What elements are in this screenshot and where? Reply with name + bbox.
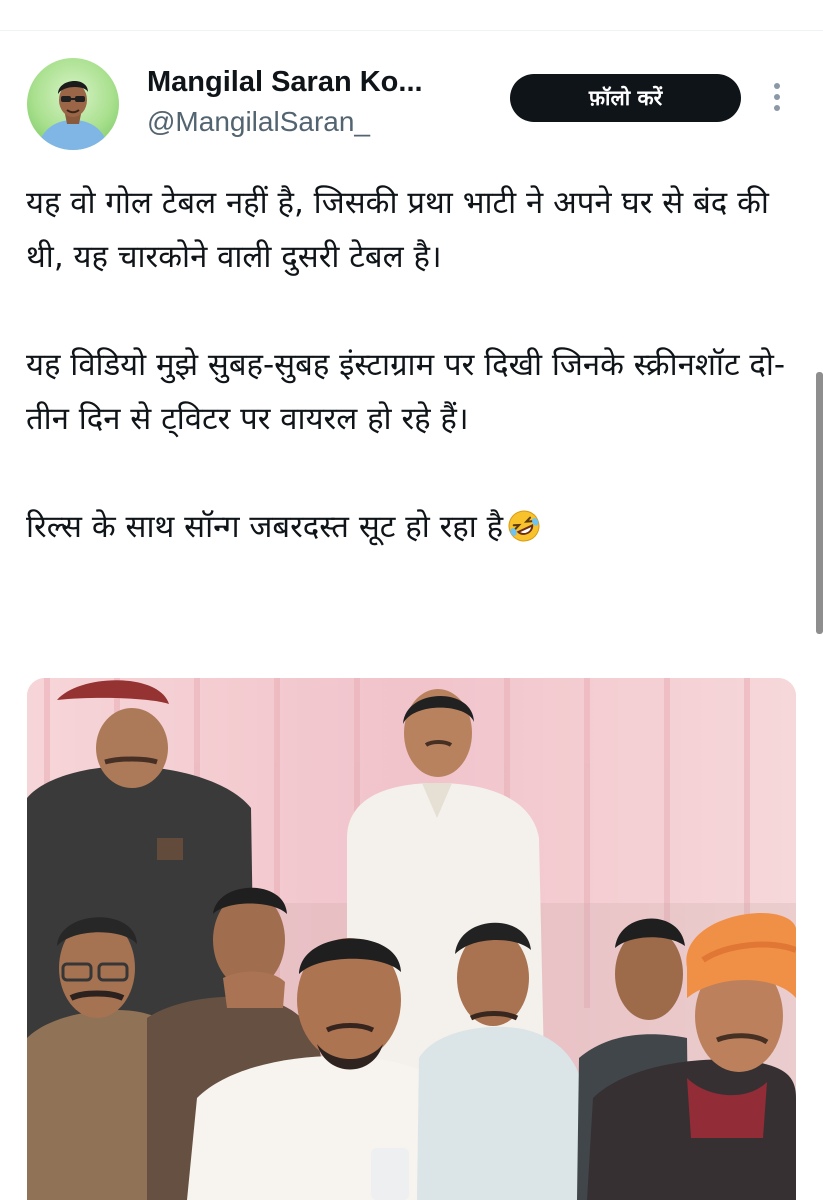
video-frame: [27, 678, 796, 1200]
tweet-paragraph-text: रिल्स के साथ सॉन्ग जबरदस्त सूट हो रहा है: [26, 509, 504, 545]
rolling-on-floor-laughing-emoji-icon: [507, 506, 541, 560]
tweet-video-thumbnail[interactable]: [27, 678, 796, 1200]
avatar-portrait: [37, 80, 109, 150]
author-display-name[interactable]: Mangilal Saran Ko...: [147, 64, 423, 100]
author-handle[interactable]: @MangilalSaran_: [147, 104, 370, 140]
follow-button[interactable]: फ़ॉलो करें: [510, 74, 741, 122]
tweet-text: यह वो गोल टेबल नहीं है, जिसकी प्रथा भाटी…: [26, 176, 801, 560]
author-avatar[interactable]: [27, 58, 119, 150]
scrollbar[interactable]: [816, 372, 823, 634]
tweet-paragraph: यह विडियो मुझे सुबह-सुबह इंस्टाग्राम पर …: [26, 347, 786, 437]
tweet-paragraph-last: रिल्स के साथ सॉन्ग जबरदस्त सूट हो रहा है: [26, 500, 801, 560]
top-divider: [0, 30, 823, 31]
more-vertical-icon[interactable]: [765, 77, 789, 117]
tweet-detail-page: Mangilal Saran Ko... @MangilalSaran_ फ़ॉ…: [0, 0, 823, 1200]
tweet-paragraph: यह वो गोल टेबल नहीं है, जिसकी प्रथा भाटी…: [26, 185, 769, 275]
